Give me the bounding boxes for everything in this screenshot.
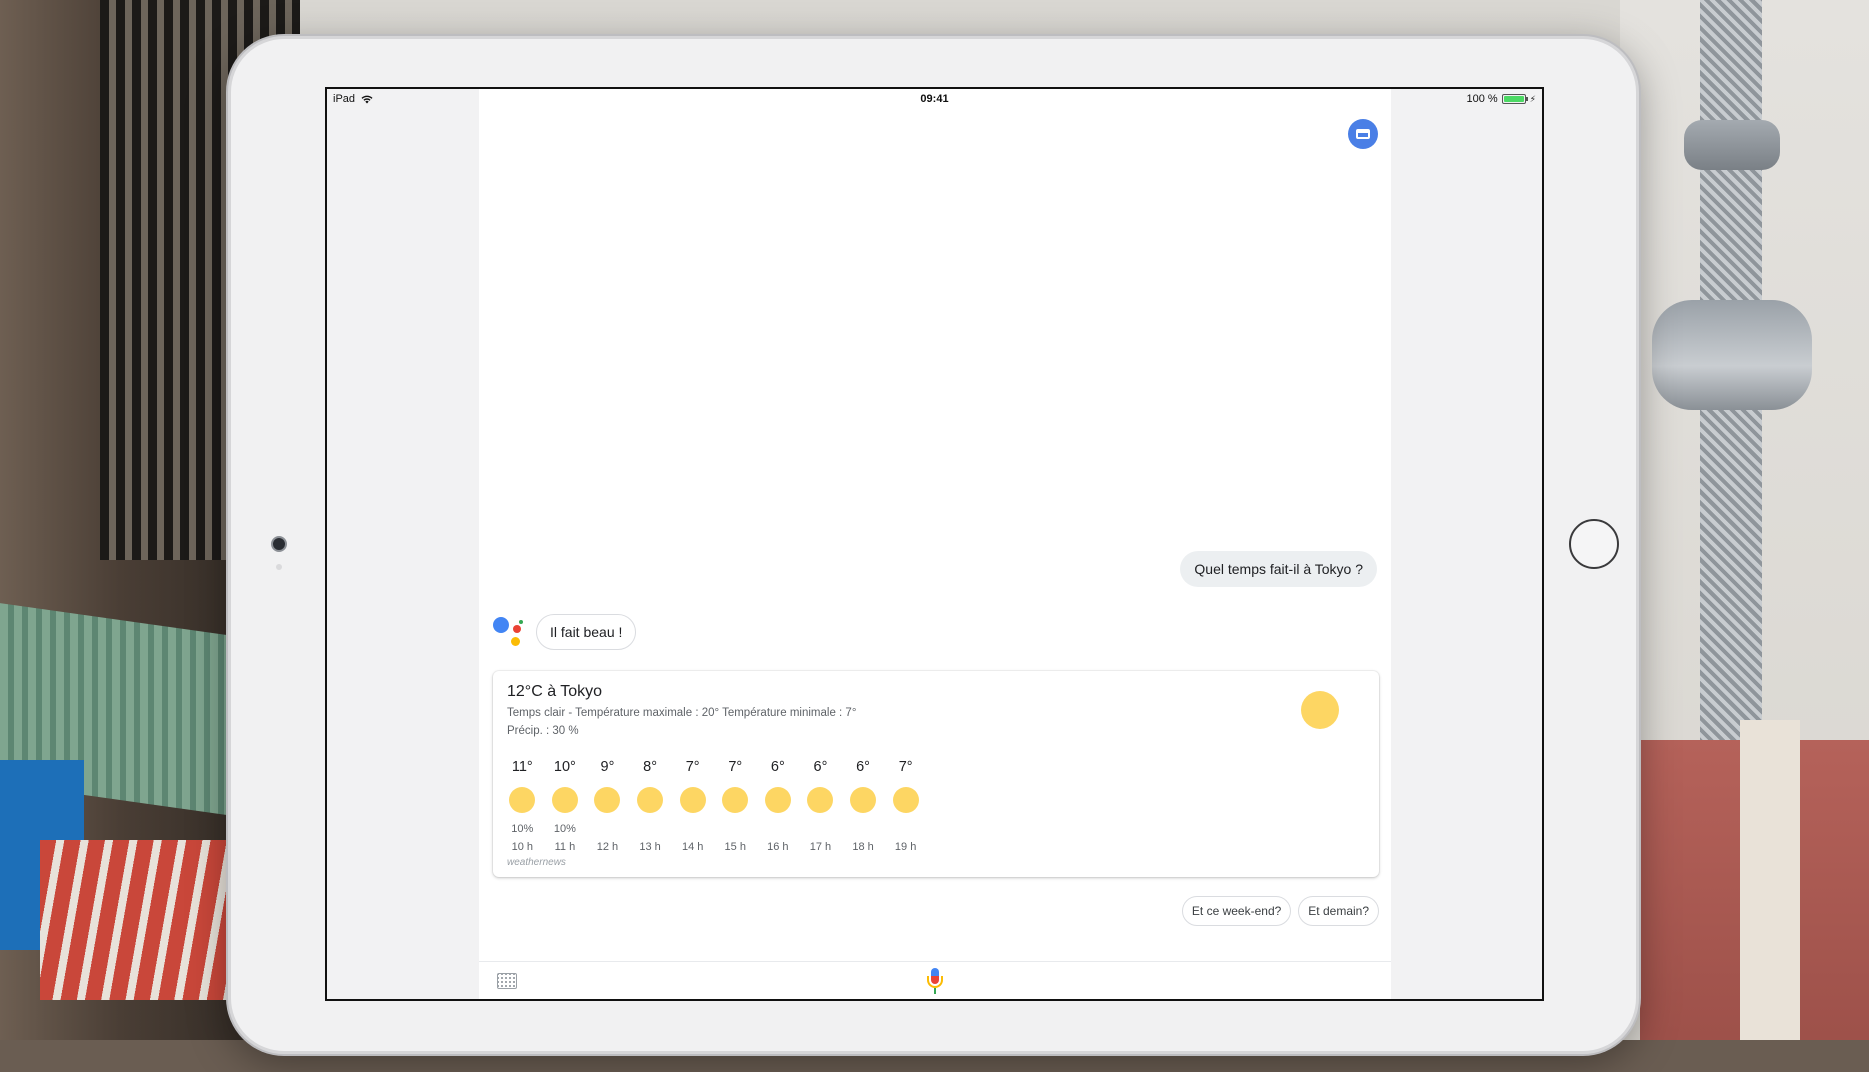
inbox-icon[interactable] <box>1348 119 1378 149</box>
assistant-reply-bubble: Il fait beau ! <box>536 614 637 650</box>
sun-icon <box>850 787 877 813</box>
weather-precipitation: Précip. : 30 % <box>507 725 579 737</box>
sun-icon <box>637 787 664 813</box>
hour-time: 18 h <box>852 841 874 853</box>
hour-item: 8° 13 h <box>629 759 672 859</box>
hour-precip: 10% <box>553 823 576 835</box>
ipad-screen: iPad 09:41 100 % ⚡ Quel temps fait-il à … <box>325 87 1544 1001</box>
input-bar <box>479 961 1391 999</box>
sun-icon <box>892 787 919 813</box>
hour-item: 6° 18 h <box>842 759 885 859</box>
sun-icon <box>807 787 834 813</box>
hour-temp: 11° <box>511 759 533 775</box>
weather-card[interactable]: 12°C à Tokyo Temps clair - Température m… <box>493 671 1379 877</box>
hour-temp: 6° <box>813 759 828 775</box>
sun-icon <box>551 787 578 813</box>
user-query-bubble: Quel temps fait-il à Tokyo ? <box>1180 551 1377 587</box>
hour-item: 7° 15 h <box>714 759 757 859</box>
google-assistant-logo <box>493 615 527 649</box>
hour-item: 11° 10% 10 h <box>501 759 544 859</box>
hour-precip: 10% <box>511 823 534 835</box>
hour-item: 7° 14 h <box>671 759 714 859</box>
sun-icon <box>679 787 706 813</box>
hour-item: 6° 17 h <box>799 759 842 859</box>
hour-item: 9° 12 h <box>586 759 629 859</box>
status-bar: iPad 09:41 100 % ⚡ <box>327 89 1542 111</box>
hour-time: 14 h <box>681 841 704 853</box>
device-label: iPad <box>333 93 356 105</box>
hour-item: 10° 10% 11 h <box>544 759 587 859</box>
hour-time: 11 h <box>554 841 576 853</box>
white-sign-column <box>1740 720 1800 1040</box>
hour-time: 10 h <box>511 841 533 853</box>
wifi-icon <box>361 95 373 103</box>
hour-temp: 6° <box>770 759 785 775</box>
front-camera <box>271 536 287 552</box>
suggestion-chip-weekend[interactable]: Et ce week-end? <box>1181 896 1292 926</box>
hourly-forecast: 11° 10% 10 h 10° 10% 11 h 9° 12 h 8° 13 … <box>501 759 927 859</box>
hour-item: 6° 16 h <box>757 759 800 859</box>
assistant-panel: Quel temps fait-il à Tokyo ? Il fait bea… <box>479 89 1391 999</box>
tower-upper-deck <box>1684 120 1780 170</box>
hour-time: 15 h <box>724 841 746 853</box>
hour-temp: 7° <box>898 759 913 775</box>
charging-icon: ⚡ <box>1529 93 1536 104</box>
hour-temp: 10° <box>553 759 576 775</box>
battery-icon <box>1501 94 1528 104</box>
battery-percent: 100 % <box>1466 93 1498 105</box>
hour-item: 7° 19 h <box>884 759 927 859</box>
sun-icon <box>594 787 621 813</box>
hour-time: 16 h <box>767 841 789 853</box>
keyboard-icon[interactable] <box>497 973 517 989</box>
hour-time: 19 h <box>894 841 917 853</box>
suggestion-chip-tomorrow[interactable]: Et demain? <box>1298 896 1379 926</box>
hour-temp: 6° <box>856 759 870 775</box>
mic-icon[interactable] <box>926 968 944 998</box>
hour-time: 12 h <box>596 841 619 853</box>
hour-temp: 7° <box>685 759 700 775</box>
tower-observation-deck <box>1652 300 1812 410</box>
weather-title: 12°C à Tokyo <box>507 683 603 700</box>
hour-time: 17 h <box>809 841 832 853</box>
sun-icon <box>509 787 536 813</box>
sun-icon <box>1301 691 1339 729</box>
striped-awning <box>40 840 260 1000</box>
hour-temp: 8° <box>643 759 658 775</box>
sun-icon <box>764 787 791 813</box>
ambient-sensor <box>276 564 282 570</box>
hour-temp: 9° <box>600 759 615 775</box>
hour-temp: 7° <box>728 759 743 775</box>
suggestion-chips: Et ce week-end? Et demain? <box>1181 896 1379 926</box>
hour-time: 13 h <box>639 841 661 853</box>
weather-source[interactable]: weathernews <box>507 857 566 868</box>
sun-icon <box>722 787 749 813</box>
home-button[interactable] <box>1569 519 1619 569</box>
weather-description: Temps clair - Température maximale : 20°… <box>507 707 857 719</box>
clock: 09:41 <box>920 93 949 105</box>
